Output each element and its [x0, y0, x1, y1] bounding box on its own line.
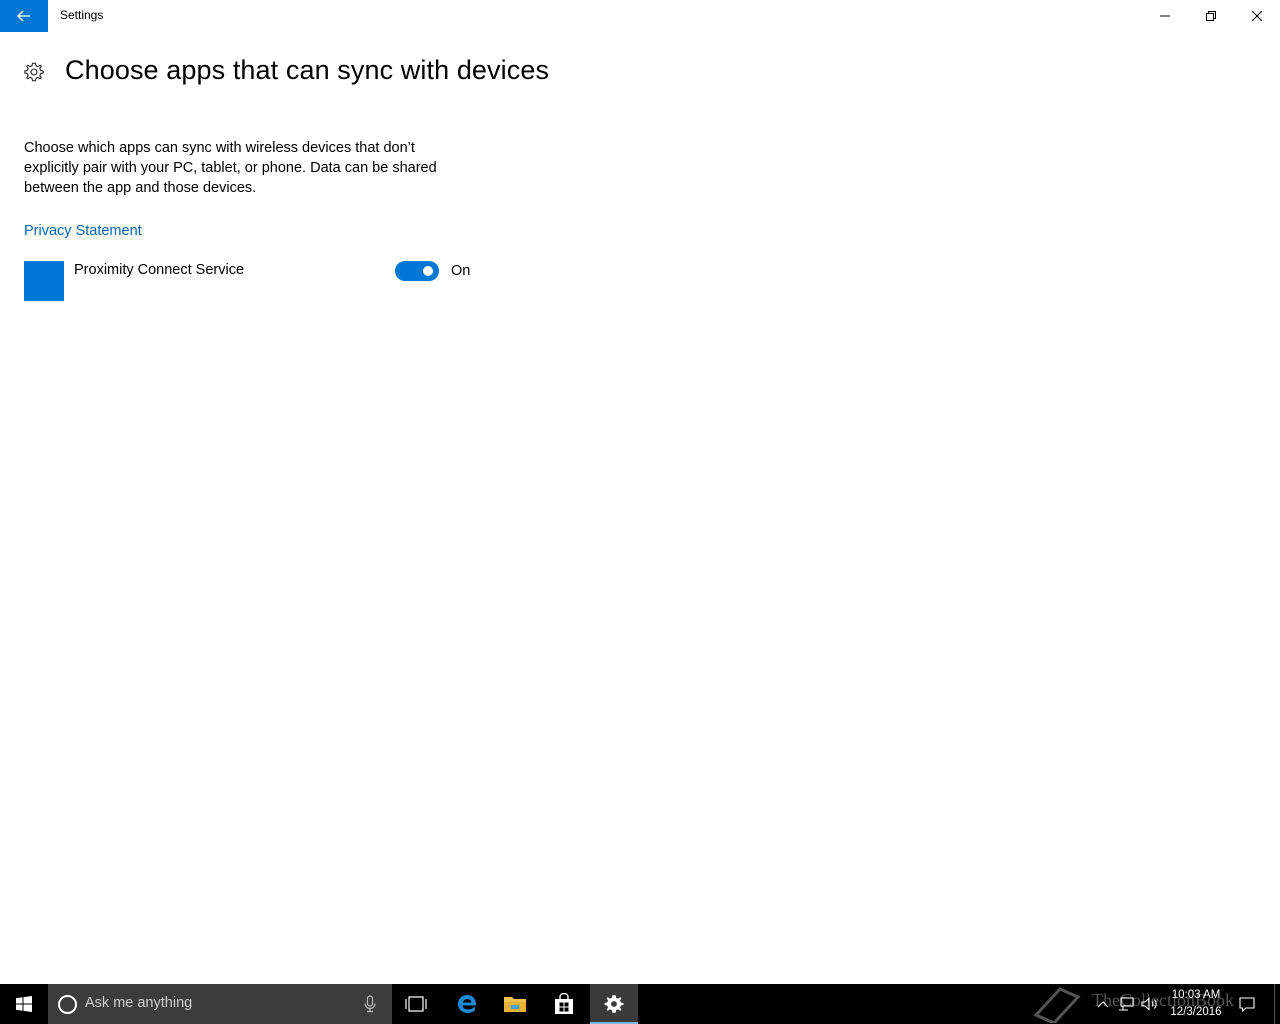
notification-icon — [1239, 996, 1255, 1012]
volume-tray-button[interactable] — [1140, 984, 1160, 1024]
toggle-knob — [423, 266, 433, 276]
app-sync-toggle[interactable] — [395, 261, 439, 281]
title-bar: Settings — [0, 0, 1280, 32]
gear-icon — [24, 62, 44, 82]
show-hidden-icons-button[interactable] — [1094, 984, 1112, 1024]
taskbar-clock[interactable]: 10:03 AM 12/3/2016 — [1160, 987, 1232, 1021]
app-row: Proximity Connect Service On — [24, 261, 484, 301]
task-view-icon — [405, 996, 427, 1012]
taskbar-search-box[interactable]: Ask me anything — [48, 984, 392, 1024]
network-icon — [1119, 997, 1134, 1011]
settings-taskbar-button[interactable] — [590, 984, 638, 1024]
edge-taskbar-button[interactable] — [443, 984, 491, 1024]
search-placeholder: Ask me anything — [85, 995, 193, 1011]
book-icon — [1033, 987, 1081, 1023]
back-arrow-icon — [17, 10, 30, 22]
back-button[interactable] — [0, 0, 48, 32]
file-explorer-taskbar-button[interactable] — [491, 984, 539, 1024]
page-description: Choose which apps can sync with wireless… — [24, 140, 437, 196]
restore-icon — [1206, 11, 1216, 21]
app-name: Proximity Connect Service — [74, 262, 245, 278]
store-bag-icon — [555, 993, 573, 1014]
close-icon — [1252, 11, 1262, 21]
privacy-statement-link[interactable]: Privacy Statement — [24, 223, 142, 239]
page-title: Choose apps that can sync with devices — [65, 55, 550, 85]
action-center-button[interactable] — [1236, 984, 1258, 1024]
clock-date: 12/3/2016 — [1170, 1006, 1222, 1018]
microphone-icon[interactable] — [362, 995, 378, 1013]
restore-button[interactable] — [1188, 0, 1234, 32]
window-title: Settings — [60, 8, 104, 22]
cortana-icon — [58, 995, 77, 1014]
network-tray-button[interactable] — [1116, 984, 1136, 1024]
chevron-up-icon — [1097, 1001, 1109, 1008]
windows-logo-icon — [16, 996, 32, 1012]
task-view-button[interactable] — [392, 984, 440, 1024]
edge-browser-icon — [458, 995, 477, 1013]
app-tile-icon — [24, 261, 64, 301]
speaker-icon — [1141, 997, 1157, 1011]
minimize-icon — [1160, 15, 1170, 17]
store-taskbar-button[interactable] — [540, 984, 588, 1024]
show-desktop-divider[interactable] — [1274, 984, 1275, 1024]
gear-icon — [604, 995, 624, 1013]
toggle-state-label: On — [451, 263, 471, 279]
minimize-button[interactable] — [1142, 0, 1188, 32]
clock-time: 10:03 AM — [1171, 989, 1221, 1001]
start-button[interactable] — [0, 984, 48, 1024]
taskbar: Ask me anything TheCollectionBook 10:03 … — [0, 984, 1280, 1024]
folder-icon — [504, 997, 526, 1012]
close-button[interactable] — [1234, 0, 1280, 32]
